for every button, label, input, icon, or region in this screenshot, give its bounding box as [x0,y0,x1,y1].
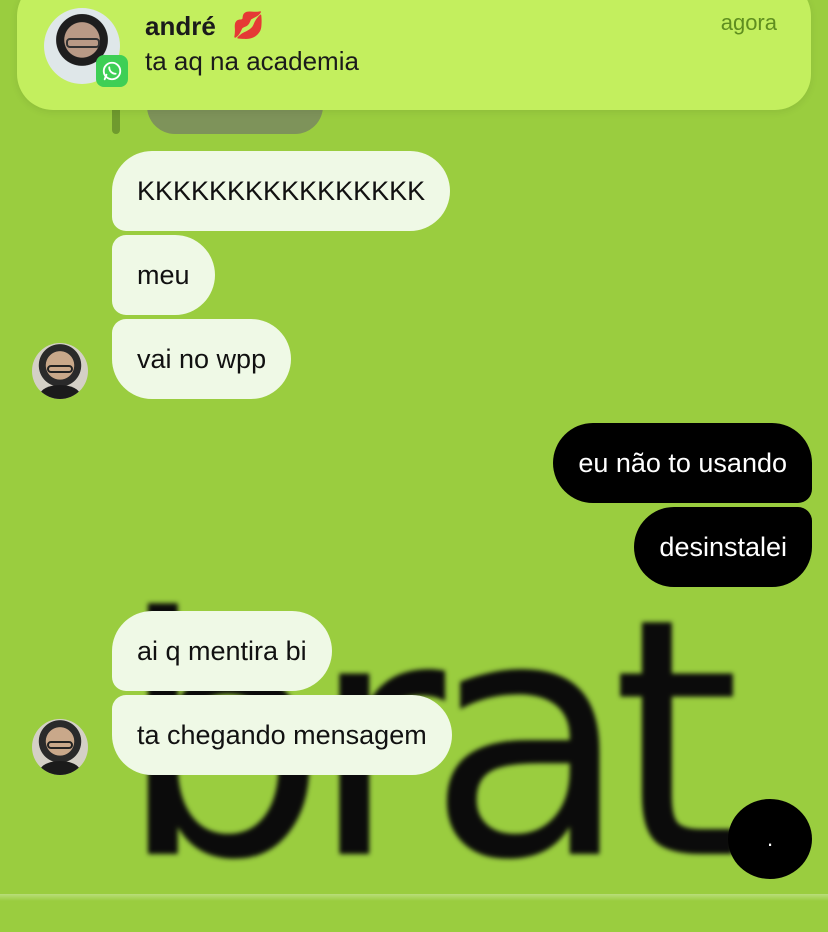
message-bubble-incoming[interactable]: meu [112,235,215,315]
glasses-shape [47,741,73,749]
message-text: ai q mentira bi [137,635,307,666]
notification-message: ta aq na academia [145,46,359,76]
message-bubble-incoming[interactable]: KKKKKKKKKKKKKKKK [112,151,451,231]
fab-label: . [766,826,774,851]
notification-banner[interactable] [17,0,811,110]
glasses-shape [66,38,100,48]
message-text: ta chegando mensagem [137,719,427,750]
sender-avatar[interactable] [32,343,88,399]
composer-edge [0,894,828,901]
notification-sender: andré [145,11,216,41]
message-text: KKKKKKKKKKKKKKKK [137,175,426,206]
glasses-shape [47,365,73,373]
notification-time: agora [720,10,777,35]
message-bubble-outgoing[interactable]: desinstalei [634,507,812,587]
shirt-shape [40,385,80,399]
message-text: desinstalei [659,531,787,562]
message-bubble-outgoing[interactable]: eu não to usando [553,423,812,503]
message-text: vai no wpp [137,343,267,374]
floating-action-button[interactable]: . [728,799,812,879]
message-text: meu [137,259,190,290]
shirt-shape [40,761,80,775]
message-bubble-incoming[interactable]: ta chegando mensagem [112,695,452,775]
message-bubble-incoming[interactable]: ai q mentira bi [112,611,332,691]
sender-avatar[interactable] [32,719,88,775]
whatsapp-icon [96,55,128,87]
message-text: eu não to usando [578,447,787,478]
kiss-emoji-icon: 💋 [232,10,265,40]
message-bubble-incoming[interactable]: vai no wpp [112,319,292,399]
